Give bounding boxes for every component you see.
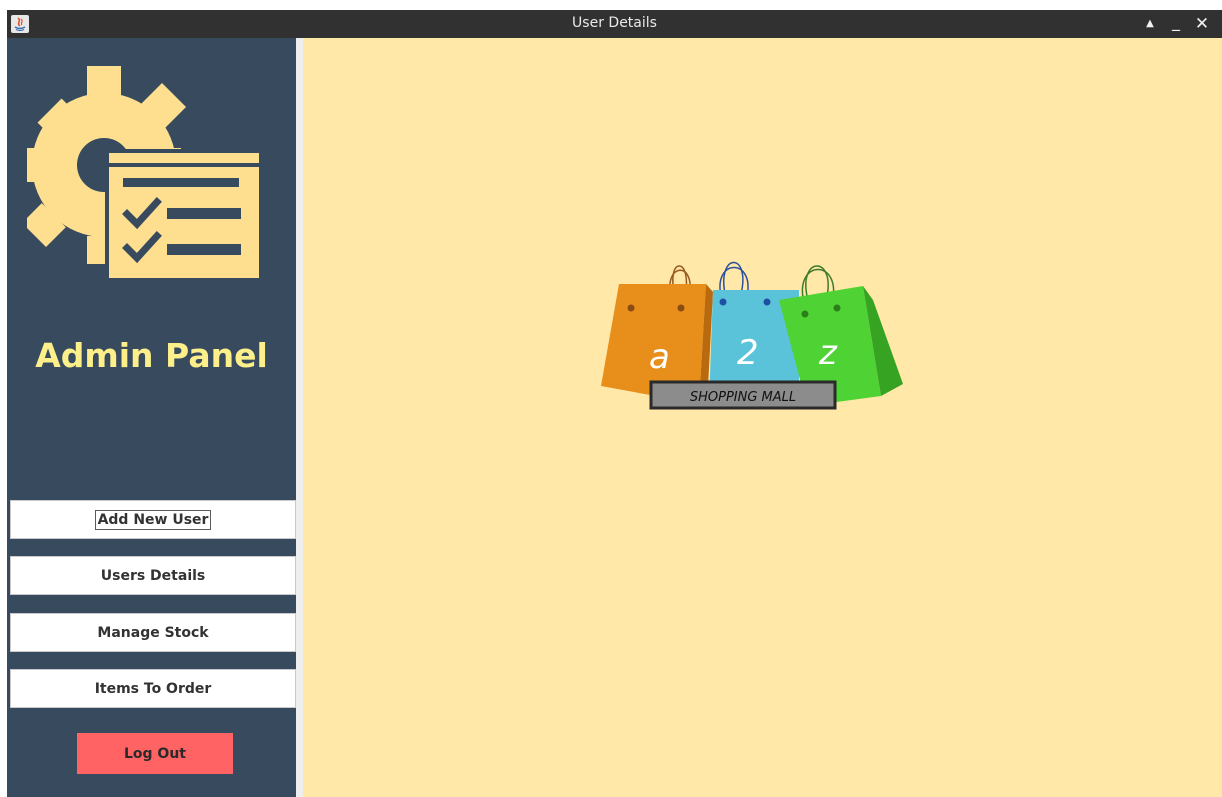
maximize-button[interactable]: ▲ xyxy=(1140,13,1160,35)
add-new-user-button[interactable]: Add New User xyxy=(10,500,296,539)
log-out-button[interactable]: Log Out xyxy=(77,733,233,774)
items-to-order-label: Items To Order xyxy=(94,680,212,697)
app-window: User Details ▲ _ ✕ Admin Panel Add New U… xyxy=(7,10,1222,797)
items-to-order-button[interactable]: Items To Order xyxy=(10,669,296,708)
close-button[interactable]: ✕ xyxy=(1192,13,1212,35)
tagline-text: SHOPPING MALL xyxy=(690,390,796,405)
admin-panel-heading: Admin Panel xyxy=(35,336,268,375)
bag-letter-2: 2 xyxy=(737,333,759,373)
main-content: a 2 z SHOPPING MALL xyxy=(303,38,1222,797)
users-details-button[interactable]: Users Details xyxy=(10,556,296,595)
window-title: User Details xyxy=(572,15,657,31)
admin-settings-icon xyxy=(27,66,263,278)
users-details-label: Users Details xyxy=(100,567,206,584)
panel-divider xyxy=(296,38,303,797)
admin-sidebar: Admin Panel Add New User Users Details M… xyxy=(7,38,296,797)
bag-letter-a: a xyxy=(649,337,670,377)
manage-stock-button[interactable]: Manage Stock xyxy=(10,613,296,652)
manage-stock-label: Manage Stock xyxy=(97,624,209,641)
bag-letter-z: z xyxy=(818,333,838,373)
minimize-button[interactable]: _ xyxy=(1166,13,1186,35)
add-new-user-label: Add New User xyxy=(94,509,212,530)
a2z-shopping-mall-logo: a 2 z SHOPPING MALL xyxy=(601,262,903,410)
title-bar[interactable]: User Details ▲ _ ✕ xyxy=(7,10,1222,38)
